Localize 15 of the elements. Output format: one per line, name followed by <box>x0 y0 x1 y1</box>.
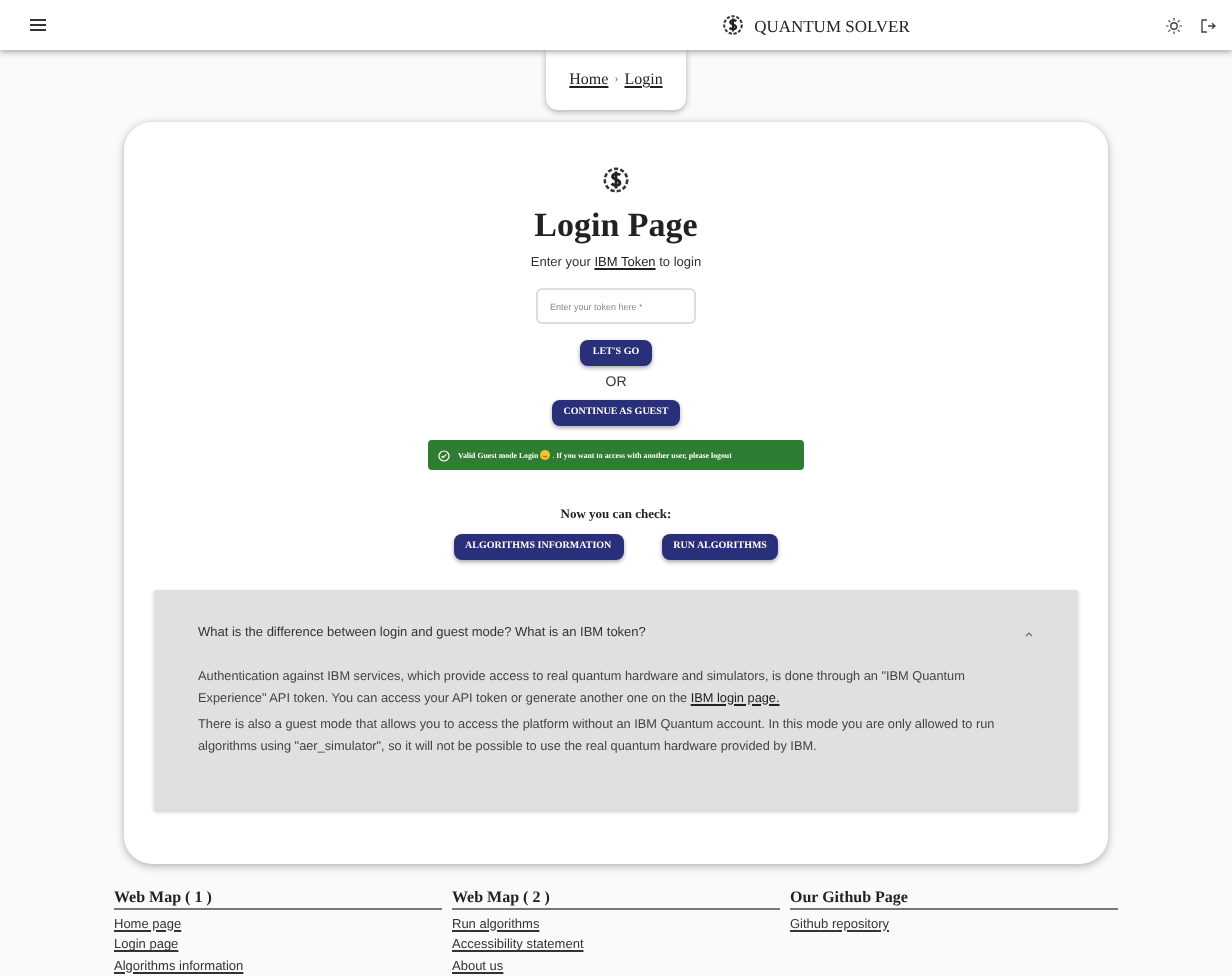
footer-heading: Our Github Page <box>790 888 1118 910</box>
app-title: QUANTUM SOLVER <box>754 15 910 35</box>
logo-icon <box>602 166 630 194</box>
page-title: Login Page <box>534 206 698 246</box>
breadcrumb-link[interactable]: Home <box>569 70 609 88</box>
breadcrumb-link[interactable]: Login <box>624 70 663 88</box>
check-circle-icon <box>438 449 450 461</box>
logo-icon <box>722 14 745 36</box>
footer-heading: Web Map ( 1 ) <box>114 888 442 910</box>
menu-icon[interactable] <box>30 18 46 32</box>
footer-heading: Web Map ( 2 ) <box>452 888 780 910</box>
smiley-icon <box>540 450 551 460</box>
logout-icon[interactable] <box>1199 17 1216 33</box>
chevron-icon[interactable] <box>1024 629 1034 637</box>
sun-icon[interactable] <box>1165 17 1182 33</box>
